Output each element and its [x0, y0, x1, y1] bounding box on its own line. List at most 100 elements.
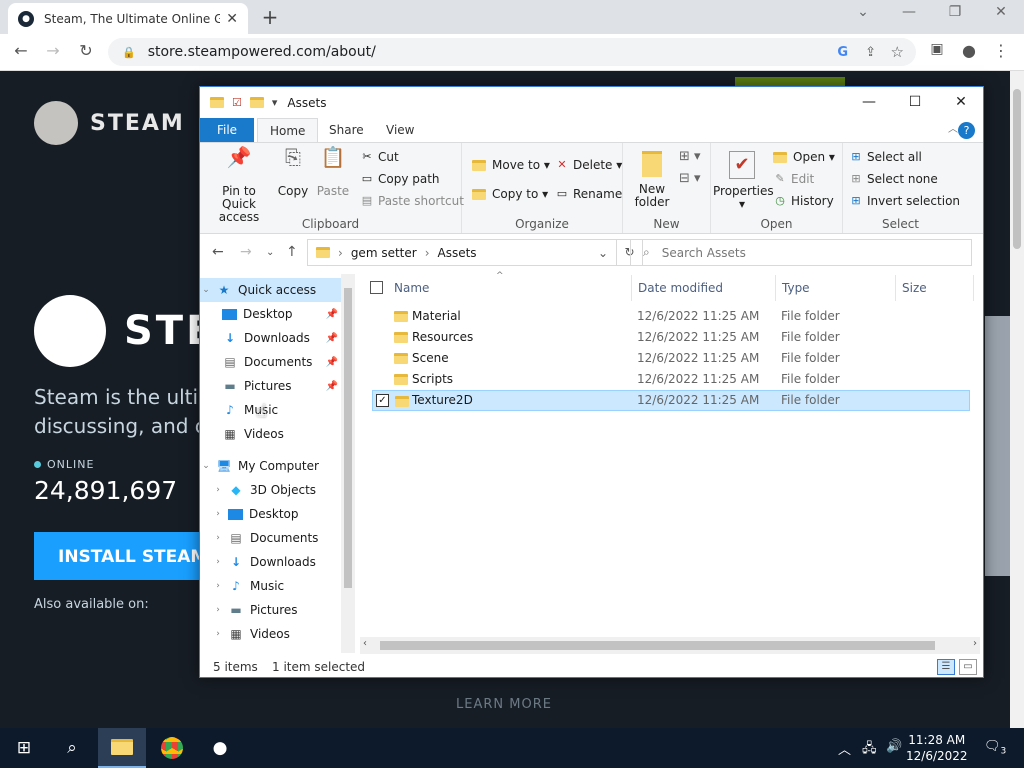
cut-button[interactable]: ✂ Cut: [360, 150, 398, 164]
clock[interactable]: 11:28 AM 12/6/2022: [906, 732, 968, 764]
install-steam-button[interactable]: INSTALL STEAM: [34, 532, 214, 580]
collapsed-chevron-icon[interactable]: ›: [212, 605, 224, 615]
collapsed-chevron-icon[interactable]: ›: [212, 629, 224, 639]
move-to-button[interactable]: Move to ▾: [472, 158, 550, 172]
pin-icon[interactable]: 📌: [326, 333, 338, 344]
tray-expand-icon[interactable]: ︿: [838, 739, 851, 758]
delete-button[interactable]: ✕ Delete ▾: [555, 158, 622, 172]
copy-path-button[interactable]: ▭ Copy path: [360, 172, 440, 186]
restore-browser-button[interactable]: ❐: [943, 4, 967, 20]
open-button[interactable]: Open ▾: [773, 150, 835, 164]
pin-quick-access-button[interactable]: 📌 Pin to Quick access: [205, 147, 273, 224]
path-dropdown-icon[interactable]: ⌄: [598, 246, 608, 260]
close-browser-button[interactable]: ✕: [989, 4, 1013, 20]
invert-selection-button[interactable]: ⊞ Invert selection: [849, 194, 960, 208]
tab-search-icon[interactable]: ⌄: [851, 4, 875, 20]
page-scroll-thumb[interactable]: [1013, 89, 1021, 249]
back-icon[interactable]: ←: [10, 41, 32, 60]
select-none-button[interactable]: ⊞ Select none: [849, 172, 937, 186]
column-size[interactable]: Size: [902, 281, 927, 295]
column-divider[interactable]: [973, 275, 974, 301]
row-checkbox[interactable]: ✓: [376, 394, 389, 407]
nav-quick-videos[interactable]: ▦ Videos: [200, 422, 342, 446]
horizontal-scroll-thumb[interactable]: [380, 641, 935, 650]
new-folder-button[interactable]: New folder: [629, 151, 675, 209]
collapsed-chevron-icon[interactable]: ›: [212, 485, 224, 495]
nav-quick-downloads[interactable]: ↓ Downloads 📌: [200, 326, 342, 350]
horizontal-scrollbar[interactable]: ‹ ›: [360, 637, 980, 654]
pin-icon[interactable]: 📌: [326, 357, 338, 368]
file-explorer-taskbar-icon[interactable]: [98, 728, 146, 768]
new-item-icon[interactable]: ⊞ ▾: [679, 149, 701, 164]
address-bar[interactable]: 🔒 store.steampowered.com/about/ G ⇪ ☆: [108, 38, 916, 66]
column-name[interactable]: Name: [394, 281, 429, 295]
column-divider[interactable]: [895, 275, 896, 301]
close-button[interactable]: ✕: [938, 87, 984, 118]
nav-documents[interactable]: › ▤ Documents: [200, 526, 342, 550]
share-icon[interactable]: ⇪: [865, 45, 876, 60]
nav-scrollbar[interactable]: [341, 274, 355, 653]
network-icon[interactable]: 🖧: [862, 739, 877, 761]
copy-to-button[interactable]: Copy to ▾: [472, 187, 548, 201]
collapsed-chevron-icon[interactable]: ›: [212, 533, 224, 543]
notifications-icon[interactable]: 🗨3: [984, 739, 1006, 757]
nav-scroll-thumb[interactable]: [344, 288, 352, 588]
expanded-chevron-icon[interactable]: ⌄: [200, 285, 212, 295]
column-date-modified[interactable]: Date modified: [638, 281, 723, 295]
recent-locations-icon[interactable]: ⌄: [266, 247, 274, 258]
nav-music[interactable]: › ♪ Music: [200, 574, 342, 598]
large-icons-view-icon[interactable]: ▭: [959, 659, 977, 675]
browser-tab[interactable]: ● Steam, The Ultimate Online Gam ✕: [8, 3, 248, 34]
search-box[interactable]: ⌕ Search Assets: [630, 239, 972, 266]
copy-button[interactable]: ⎘ Copy: [276, 147, 310, 198]
steam-taskbar-icon[interactable]: ●: [196, 728, 244, 768]
scroll-left-icon[interactable]: ‹: [363, 638, 367, 649]
nav-quick-pictures[interactable]: ▬ Pictures 📌: [200, 374, 342, 398]
search-taskbar-icon[interactable]: ⌕: [48, 728, 96, 768]
easy-access-icon[interactable]: ⊟ ▾: [679, 171, 701, 186]
nav-quick-music[interactable]: ♪ Music: [200, 398, 342, 422]
new-tab-button[interactable]: +: [258, 5, 282, 29]
nav-quick-access[interactable]: ⌄ ★ Quick access: [200, 278, 342, 302]
close-tab-icon[interactable]: ✕: [226, 11, 238, 27]
qat-dropdown-icon[interactable]: ▾: [272, 96, 278, 109]
expanded-chevron-icon[interactable]: ⌄: [200, 461, 212, 471]
edit-button[interactable]: ✎ Edit: [773, 172, 814, 186]
nav-pictures[interactable]: › ▬ Pictures: [200, 598, 342, 622]
nav-quick-documents[interactable]: ▤ Documents 📌: [200, 350, 342, 374]
pin-icon[interactable]: 📌: [326, 309, 338, 320]
bookmark-star-icon[interactable]: ☆: [891, 43, 904, 61]
rename-button[interactable]: ▭ Rename: [555, 187, 622, 201]
reload-icon[interactable]: ↻: [75, 41, 97, 60]
forward-icon[interactable]: →: [42, 41, 64, 60]
collapsed-chevron-icon[interactable]: ›: [212, 581, 224, 591]
tab-home[interactable]: Home: [257, 118, 319, 142]
page-scrollbar[interactable]: [1010, 71, 1024, 728]
steam-logo[interactable]: STEAM: [34, 101, 185, 145]
paste-button[interactable]: 📋 Paste: [316, 147, 350, 198]
help-icon[interactable]: ?: [958, 122, 975, 139]
select-all-checkbox[interactable]: [370, 281, 383, 294]
collapsed-chevron-icon[interactable]: ›: [212, 509, 224, 519]
file-row-material[interactable]: Material 12/6/2022 11:25 AM File folder: [372, 306, 970, 327]
file-row-scene[interactable]: Scene 12/6/2022 11:25 AM File folder: [372, 348, 970, 369]
properties-button[interactable]: ✔ Properties ▾: [713, 151, 774, 211]
nav-desktop[interactable]: › Desktop: [200, 502, 342, 526]
minimize-button[interactable]: —: [846, 87, 892, 118]
new-folder-icon[interactable]: [249, 97, 264, 108]
tab-share[interactable]: Share: [317, 118, 376, 142]
breadcrumb-assets[interactable]: Assets: [438, 246, 477, 260]
column-divider[interactable]: [775, 275, 776, 301]
chrome-taskbar-icon[interactable]: [148, 728, 196, 768]
nav-downloads[interactable]: › ↓ Downloads: [200, 550, 342, 574]
minimize-browser-button[interactable]: —: [897, 4, 921, 20]
profile-avatar-icon[interactable]: ●: [958, 41, 980, 60]
breadcrumb[interactable]: › gem setter › Assets ⌄: [307, 239, 617, 266]
select-all-button[interactable]: ⊞ Select all: [849, 150, 921, 164]
learn-more-link[interactable]: LEARN MORE: [456, 697, 552, 712]
nav-quick-desktop[interactable]: Desktop 📌: [200, 302, 342, 326]
tab-file[interactable]: File: [200, 118, 254, 142]
forward-arrow-icon[interactable]: →: [240, 244, 252, 260]
scroll-right-icon[interactable]: ›: [973, 638, 977, 649]
nav-3d-objects[interactable]: › ◆ 3D Objects: [200, 478, 342, 502]
